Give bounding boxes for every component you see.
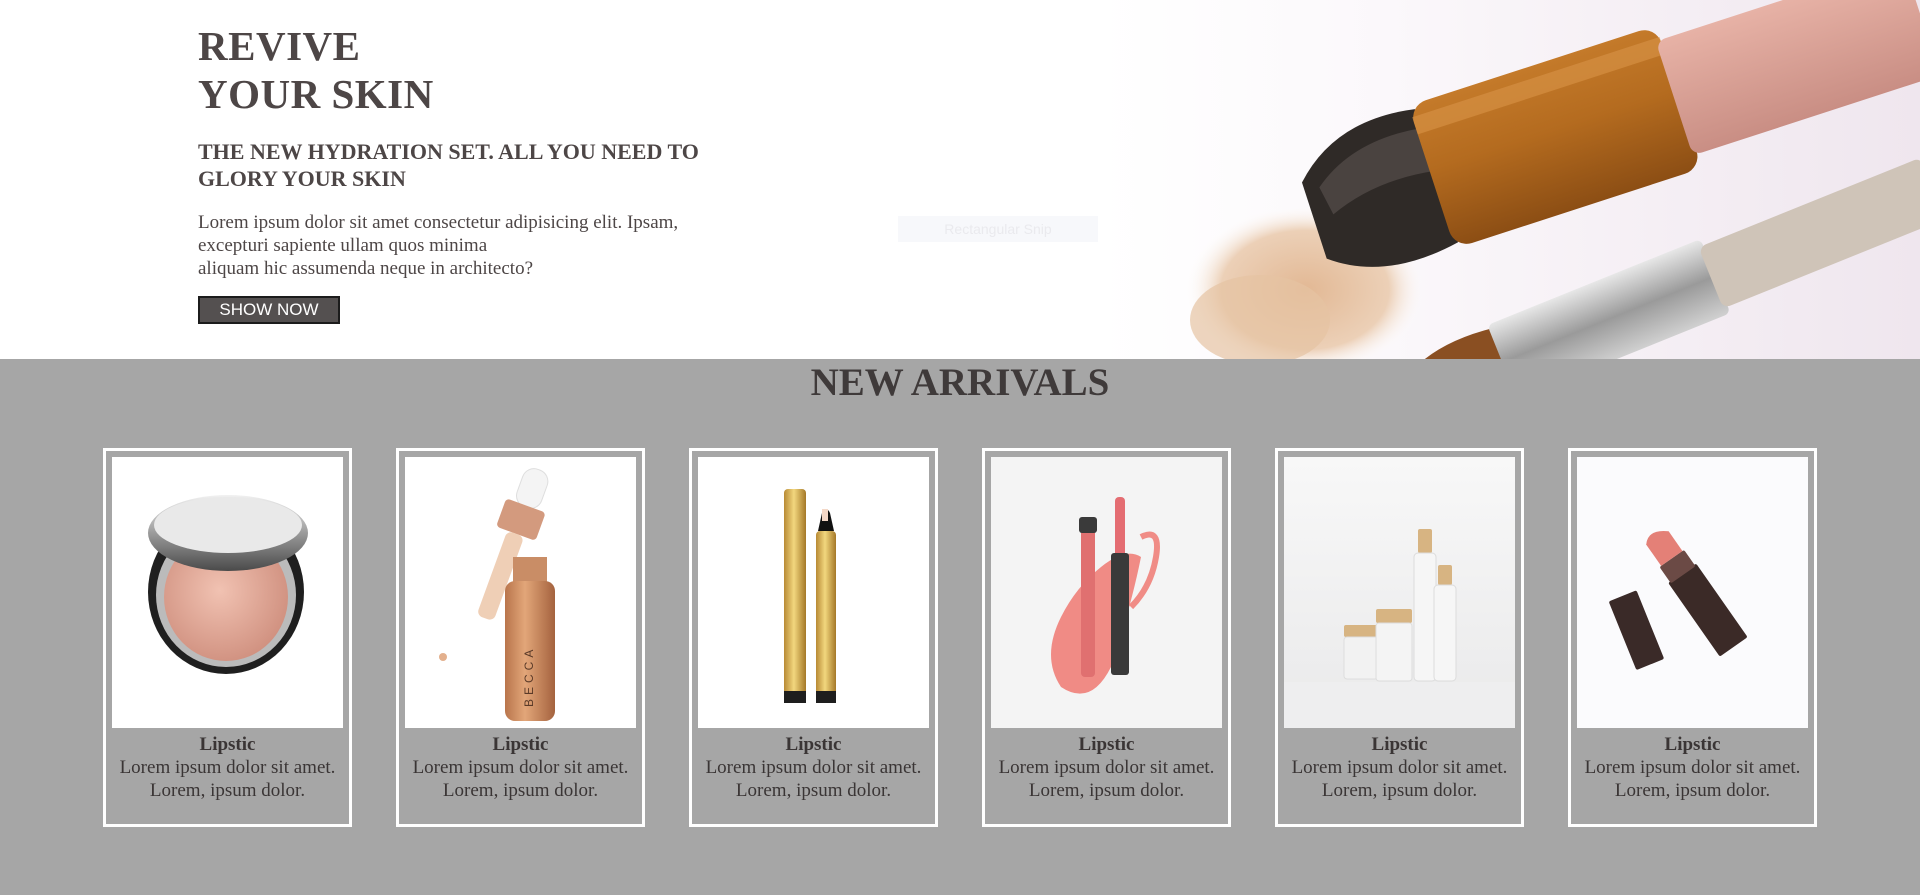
product-description: Lorem ipsum dolor sit amet. Lorem, ipsum… — [692, 756, 935, 802]
hero-title: REVIVE YOUR SKIN — [198, 22, 738, 118]
product-card[interactable]: Lipstic Lorem ipsum dolor sit amet. Lore… — [1568, 448, 1817, 827]
product-description-line-2: Lorem, ipsum dolor. — [1321, 780, 1478, 801]
product-description-line-2: Lorem, ipsum dolor. — [1028, 780, 1185, 801]
product-description: Lorem ipsum dolor sit amet. Lorem, ipsum… — [106, 756, 349, 802]
product-description: Lorem ipsum dolor sit amet. Lorem, ipsum… — [1571, 756, 1814, 802]
hero-text-block: REVIVE YOUR SKIN THE NEW HYDRATION SET. … — [198, 22, 738, 324]
product-card[interactable]: BECCA Lipstic Lorem ipsum dolor sit amet… — [396, 448, 645, 827]
product-description-line-2: Lorem, ipsum dolor. — [442, 780, 599, 801]
concealer-pens-image — [698, 457, 929, 728]
becca-brand-text: BECCA — [522, 646, 536, 707]
show-now-button[interactable]: SHOW NOW — [198, 296, 340, 324]
product-name: Lipstic — [1371, 734, 1428, 755]
product-name: Lipstic — [1664, 734, 1721, 755]
product-description: Lorem ipsum dolor sit amet. Lorem, ipsum… — [985, 756, 1228, 802]
product-description-line-1: Lorem ipsum dolor sit amet. — [998, 757, 1215, 778]
snip-overlay-label: Rectangular Snip — [898, 216, 1098, 242]
product-description-line-1: Lorem ipsum dolor sit amet. — [412, 757, 629, 778]
product-description-line-1: Lorem ipsum dolor sit amet. — [705, 757, 922, 778]
product-name: Lipstic — [1078, 734, 1135, 755]
hero-description-line-1: Lorem ipsum dolor sit amet consectetur a… — [198, 212, 679, 256]
product-card[interactable]: Lipstic Lorem ipsum dolor sit amet. Lore… — [689, 448, 938, 827]
product-card[interactable]: Lipstic Lorem ipsum dolor sit amet. Lore… — [982, 448, 1231, 827]
lipstick-image — [1577, 457, 1808, 728]
hero-description: Lorem ipsum dolor sit amet consectetur a… — [198, 211, 718, 280]
product-description-line-1: Lorem ipsum dolor sit amet. — [1291, 757, 1508, 778]
compact-blush-image — [112, 457, 343, 728]
hero-banner: REVIVE YOUR SKIN THE NEW HYDRATION SET. … — [0, 0, 1920, 359]
product-description-line-1: Lorem ipsum dolor sit amet. — [119, 757, 336, 778]
hero-title-line-2: YOUR SKIN — [198, 71, 434, 117]
product-description-line-1: Lorem ipsum dolor sit amet. — [1584, 757, 1801, 778]
hero-subtitle: THE NEW HYDRATION SET. ALL YOU NEED TO G… — [198, 139, 699, 191]
product-description-line-2: Lorem, ipsum dolor. — [149, 780, 306, 801]
skincare-jars-image — [1284, 457, 1515, 728]
lip-gloss-swatch-image — [991, 457, 1222, 728]
new-arrivals-heading: NEW ARRIVALS — [810, 361, 1110, 404]
product-description: Lorem ipsum dolor sit amet. Lorem, ipsum… — [399, 756, 642, 802]
product-description: Lorem ipsum dolor sit amet. Lorem, ipsum… — [1278, 756, 1521, 802]
product-name: Lipstic — [492, 734, 549, 755]
hero-title-line-1: REVIVE — [198, 23, 361, 69]
product-description-line-2: Lorem, ipsum dolor. — [1614, 780, 1771, 801]
highlighter-dropper-bottle-image: BECCA — [405, 457, 636, 728]
hero-description-line-2: aliquam hic assumenda neque in architect… — [198, 258, 534, 279]
product-name: Lipstic — [785, 734, 842, 755]
makeup-brushes-image — [1100, 0, 1920, 359]
product-card[interactable]: Lipstic Lorem ipsum dolor sit amet. Lore… — [1275, 448, 1524, 827]
product-card[interactable]: Lipstic Lorem ipsum dolor sit amet. Lore… — [103, 448, 352, 827]
product-description-line-2: Lorem, ipsum dolor. — [735, 780, 892, 801]
product-name: Lipstic — [199, 734, 256, 755]
